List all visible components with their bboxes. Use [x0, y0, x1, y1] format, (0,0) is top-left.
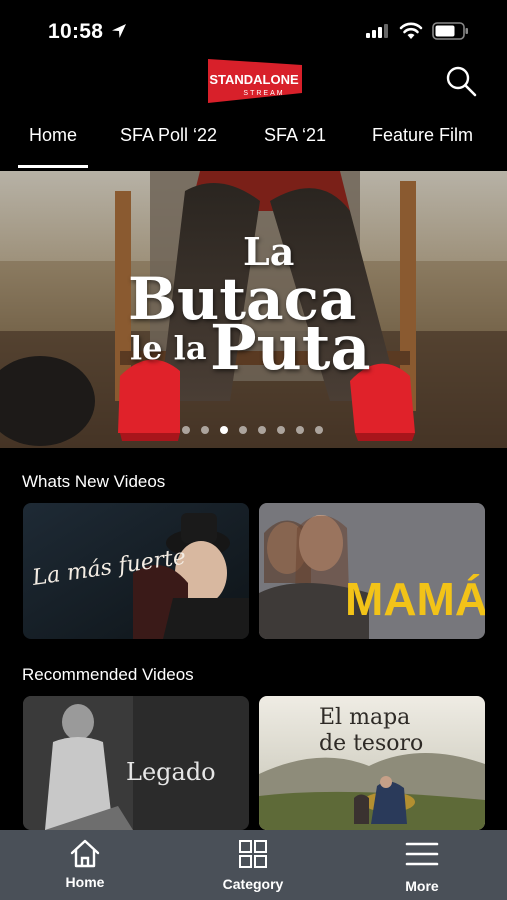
hero-title: La Butaca le la Puta [0, 171, 507, 448]
video-card-el-mapa-de-tesoro[interactable]: El mapa de tesoro [259, 696, 485, 830]
standalone-stream-logo[interactable]: STANDALONE STREAM [206, 59, 302, 103]
app-header: STANDALONE STREAM [0, 55, 507, 110]
card-title-el-mapa-line2: de tesoro [319, 731, 423, 756]
card-title-el-mapa-line1: El mapa [319, 705, 410, 730]
carousel-dot[interactable] [182, 426, 190, 434]
battery-icon [432, 22, 468, 40]
carousel-dot[interactable] [258, 426, 266, 434]
carousel-indicator[interactable] [182, 426, 332, 436]
carousel-dot-active[interactable] [220, 426, 228, 434]
hero-banner[interactable]: La Butaca le la Puta [0, 171, 507, 448]
nav-home[interactable]: Home [45, 830, 125, 900]
tab-sfa-poll-22[interactable]: SFA Poll ‘22 [120, 125, 217, 146]
carousel-dot[interactable] [277, 426, 285, 434]
active-tab-indicator [18, 165, 88, 168]
wifi-icon [399, 22, 423, 39]
nav-category[interactable]: Category [213, 830, 293, 900]
nav-more-label: More [405, 878, 439, 894]
section-title-whats-new: Whats New Videos [22, 472, 166, 491]
video-thumbnail: El mapa de tesoro [259, 696, 485, 830]
tab-feature-film[interactable]: Feature Film [372, 125, 473, 146]
carousel-dot[interactable] [201, 426, 209, 434]
bottom-navigation: Home Category More [0, 830, 507, 900]
section-title-recommended: Recommended Videos [22, 665, 194, 684]
card-title-mama: MAMÁ [345, 573, 485, 625]
nav-category-label: Category [222, 876, 284, 892]
status-bar: 10:58 [0, 0, 507, 60]
search-icon[interactable] [444, 64, 478, 98]
top-tab-bar: Home SFA Poll ‘22 SFA ‘21 Feature Film [0, 115, 507, 171]
nav-more[interactable]: More [382, 830, 462, 900]
video-thumbnail: La más fuerte [23, 503, 249, 639]
grid-icon [239, 840, 267, 868]
logo-text: STANDALONE [209, 72, 299, 87]
hero-title-line3b: Puta [210, 311, 371, 384]
video-card-la-mas-fuerte[interactable]: La más fuerte [23, 503, 249, 639]
menu-icon [405, 842, 439, 866]
carousel-dot[interactable] [296, 426, 304, 434]
video-thumbnail: Legado [23, 696, 249, 830]
nav-home-label: Home [65, 874, 105, 890]
status-time: 10:58 [48, 20, 104, 43]
video-card-legado[interactable]: Legado [23, 696, 249, 830]
logo-subtext: STREAM [243, 90, 284, 97]
carousel-dot[interactable] [315, 426, 323, 434]
carousel-dot[interactable] [239, 426, 247, 434]
tab-sfa-21[interactable]: SFA ‘21 [264, 125, 326, 146]
cellular-signal-icon [366, 24, 388, 38]
tab-home[interactable]: Home [29, 125, 77, 146]
card-title-legado: Legado [126, 758, 216, 786]
home-icon [70, 839, 100, 868]
video-thumbnail: MAMÁ [259, 503, 485, 639]
hero-title-line3a: le la [130, 329, 207, 367]
location-arrow-icon [112, 24, 126, 38]
video-card-mama[interactable]: MAMÁ [259, 503, 485, 639]
